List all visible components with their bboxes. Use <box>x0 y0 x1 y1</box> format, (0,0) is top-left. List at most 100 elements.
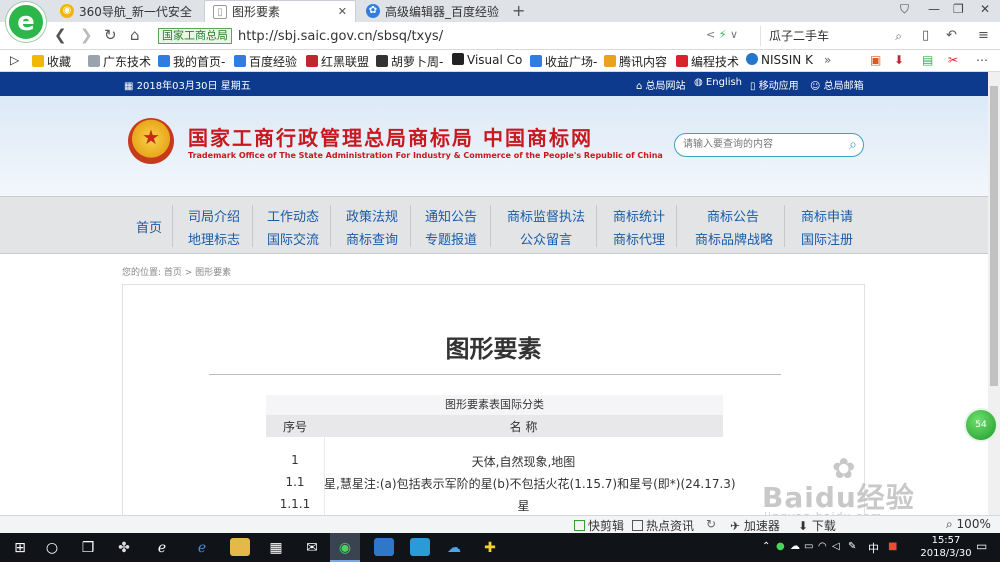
tab-graphic-elements[interactable]: ▯ 图形要素 ✕ <box>204 0 356 22</box>
bookmark-item[interactable]: 胡萝卜周- <box>376 53 443 70</box>
task-view-icon[interactable]: ❒ <box>76 537 100 558</box>
more-bookmarks-icon[interactable]: » <box>824 53 831 67</box>
windows-start-icon[interactable]: ⊞ <box>8 537 32 558</box>
nav-tm-application[interactable]: 商标申请 <box>801 206 853 225</box>
url-text[interactable]: http://sbj.saic.gov.cn/sbsq/txys/ <box>238 29 443 44</box>
game-app-icon[interactable]: ✚ <box>478 537 502 558</box>
hot-news-button[interactable]: 热点资讯 <box>632 517 694 534</box>
nav-tm-statistics[interactable]: 商标统计 <box>613 206 665 225</box>
zoom-control[interactable]: ⌕ 100% <box>946 517 991 532</box>
bookmark-item[interactable]: 广东技术 <box>88 53 151 70</box>
forward-icon[interactable]: ❯ <box>80 26 93 44</box>
scrollbar-thumb[interactable] <box>990 86 998 386</box>
site-verified-badge[interactable]: 国家工商总局 <box>158 28 232 44</box>
search-icon[interactable]: ⌕ <box>895 26 902 46</box>
nav-brand-strategy[interactable]: 商标品牌战略 <box>695 229 773 248</box>
toolbar-more-icon[interactable]: ⋯ <box>976 53 988 67</box>
bookmark-item[interactable]: 百度经验 <box>234 53 297 70</box>
nav-policies[interactable]: 政策法规 <box>346 206 398 225</box>
ie-icon[interactable]: ℯ <box>150 537 174 558</box>
tray-pen-icon[interactable]: ✎ <box>848 541 856 552</box>
bookmarks-toggle-icon[interactable]: ▷ <box>10 53 19 67</box>
skin-icon[interactable]: ⛉ <box>900 2 909 17</box>
bookmark-item[interactable]: 红黑联盟 <box>306 53 369 70</box>
search-input[interactable]: 瓜子二手车 ⌕ <box>760 26 906 46</box>
bookmark-item[interactable]: 收藏 <box>32 53 71 70</box>
translate-icon[interactable]: ▤ <box>922 53 933 67</box>
link-saic-mail[interactable]: ☺ 总局邮箱 <box>810 77 864 92</box>
store-icon[interactable]: ▦ <box>264 537 288 558</box>
site-search-input[interactable]: 请输入要查询的内容 ⌕ <box>674 133 864 157</box>
download-extension-icon[interactable]: ⬇ <box>894 53 904 67</box>
edge-icon[interactable]: ℯ <box>190 537 214 558</box>
tray-cloud-icon[interactable]: ☁ <box>790 541 800 552</box>
file-explorer-icon[interactable] <box>230 538 250 556</box>
nav-special-reports[interactable]: 专题报道 <box>425 229 477 248</box>
floating-speed-ball[interactable]: 54 <box>964 408 998 442</box>
page-scrollbar[interactable] <box>988 72 1000 515</box>
national-emblem-logo[interactable] <box>128 118 174 164</box>
nav-tm-gazette[interactable]: 商标公告 <box>707 206 759 225</box>
tray-sogou-icon[interactable]: ■ <box>888 541 897 552</box>
nav-geo-marks[interactable]: 地理标志 <box>188 229 240 248</box>
nav-notices[interactable]: 通知公告 <box>425 206 477 225</box>
link-mobile-app[interactable]: ▯ 移动应用 <box>750 77 799 92</box>
menu-icon[interactable]: ≡ <box>978 28 989 43</box>
home-icon[interactable]: ⌂ <box>130 26 140 44</box>
tray-360-icon[interactable]: ● <box>776 541 785 552</box>
360-browser-taskbar-icon[interactable]: ◉ <box>333 537 357 558</box>
mobile-icon[interactable]: ▯ <box>922 28 929 43</box>
nav-enforcement[interactable]: 商标监督执法 <box>507 206 585 225</box>
link-english[interactable]: ◍ English <box>694 77 742 88</box>
tab-baidu-editor[interactable]: ✿ 高级编辑器_百度经验 <box>358 0 508 22</box>
bookmark-item[interactable]: 收益广场- <box>530 53 597 70</box>
close-window-icon[interactable]: ✕ <box>980 2 990 16</box>
quick-cut-button[interactable]: 快剪辑 <box>574 517 624 534</box>
minimize-icon[interactable]: — <box>928 2 940 16</box>
pinwheel-app-icon[interactable]: ✤ <box>112 537 136 558</box>
baidu-netdisk-icon[interactable]: ☁ <box>442 537 466 558</box>
new-tab-button[interactable]: + <box>512 1 525 20</box>
tray-wifi-icon[interactable]: ◠ <box>818 541 827 552</box>
browser-logo[interactable]: e <box>6 2 46 42</box>
screenshot-icon[interactable]: ✂ <box>948 53 958 67</box>
download-button[interactable]: ⬇ 下载 <box>798 517 836 534</box>
link-saic-site[interactable]: ⌂ 总局网站 <box>636 77 686 92</box>
remote-app-icon[interactable] <box>410 538 430 556</box>
clock-date[interactable]: 2018/3/30 <box>914 548 978 559</box>
mail-icon[interactable]: ✉ <box>300 537 324 558</box>
nav-home[interactable]: 首页 <box>136 217 162 236</box>
nav-bureau-intro[interactable]: 司局介绍 <box>188 206 240 225</box>
laptop-app-icon[interactable] <box>374 538 394 556</box>
tab-360-nav[interactable]: ◉ 360导航_新一代安全 <box>52 0 202 22</box>
back-icon[interactable]: ❮ <box>54 26 67 44</box>
search-icon[interactable]: ⌕ <box>849 134 857 156</box>
action-center-icon[interactable]: ▭ <box>976 539 987 553</box>
nav-intl-registration[interactable]: 国际注册 <box>801 229 853 248</box>
extension-icon[interactable]: ▣ <box>870 53 881 67</box>
undo-icon[interactable]: ↶ <box>946 28 957 43</box>
clock-time[interactable]: 15:57 <box>924 535 968 546</box>
reload-icon[interactable]: ↻ <box>104 26 117 44</box>
bookmark-item[interactable]: 腾讯内容 <box>604 53 667 70</box>
tray-battery-icon[interactable]: ▭ <box>804 541 813 552</box>
refresh-status-icon[interactable]: ↻ <box>706 517 716 531</box>
tray-volume-icon[interactable]: ◁ <box>832 541 840 552</box>
bookmark-item[interactable]: NISSIN K <box>746 53 813 67</box>
tab-close-icon[interactable]: ✕ <box>338 5 347 18</box>
nav-tm-search[interactable]: 商标查询 <box>346 229 398 248</box>
speed-mode-icon[interactable]: ⚡ <box>719 28 727 41</box>
share-icon[interactable]: < ⚡ ∨ <box>706 28 738 41</box>
restore-icon[interactable]: ❐ <box>953 2 964 16</box>
nav-tm-agency[interactable]: 商标代理 <box>613 229 665 248</box>
url-input[interactable]: 国家工商总局 http://sbj.saic.gov.cn/sbsq/txys/ <box>158 26 750 46</box>
bookmark-item[interactable]: Visual Co <box>452 53 522 67</box>
nav-intl-exchange[interactable]: 国际交流 <box>267 229 319 248</box>
cortana-icon[interactable]: ○ <box>40 537 64 558</box>
tray-expand-icon[interactable]: ⌃ <box>762 541 770 552</box>
tray-ime-indicator[interactable]: 中 <box>868 540 879 556</box>
site-title[interactable]: 国家工商行政管理总局商标局 中国商标网 <box>188 122 593 151</box>
nav-work-news[interactable]: 工作动态 <box>267 206 319 225</box>
breadcrumb[interactable]: 您的位置: 首页 > 图形要素 <box>122 265 231 278</box>
bookmark-item[interactable]: 编程技术 <box>676 53 739 70</box>
